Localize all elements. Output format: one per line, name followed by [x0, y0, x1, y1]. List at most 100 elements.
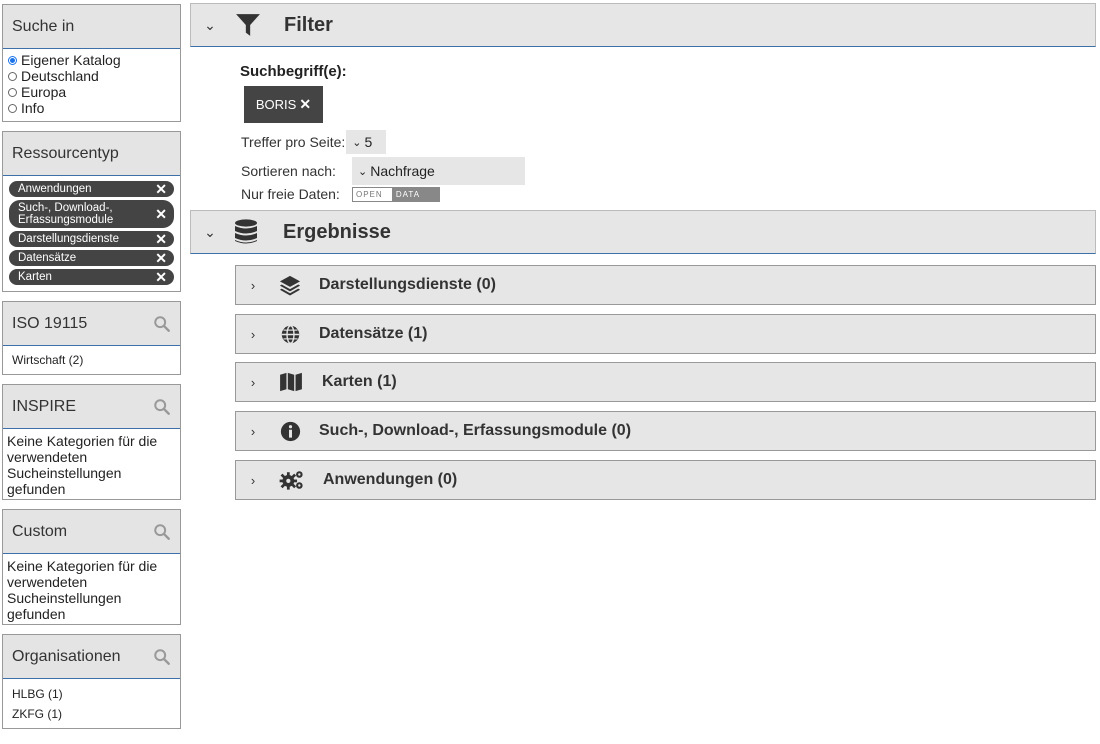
panel-header[interactable]: Custom [3, 510, 180, 554]
globe-icon [279, 323, 301, 345]
per-page-label: Treffer pro Seite: [241, 134, 346, 150]
radio-button[interactable] [8, 103, 17, 113]
tag-list: Anwendungen ✕ Such-, Download-, Erfassung… [3, 176, 180, 291]
organisation-link[interactable]: HLBG (1) [12, 685, 171, 707]
results-header[interactable]: ⌄ Ergebnisse [190, 210, 1096, 254]
panel-header[interactable]: INSPIRE [3, 385, 180, 429]
custom-panel: Custom Keine Kategorien für die verwende… [2, 509, 181, 625]
remove-icon[interactable]: ✕ [155, 251, 167, 265]
chevron-right-icon[interactable]: › [245, 327, 261, 342]
sort-value: Nachfrage [370, 163, 435, 179]
radio-button[interactable] [8, 71, 17, 81]
tag-label: Anwendungen [18, 183, 92, 195]
chevron-right-icon[interactable]: › [245, 473, 261, 488]
panel-title: Suche in [12, 17, 75, 35]
sort-label: Sortieren nach: [241, 163, 336, 179]
chevron-right-icon[interactable]: › [245, 375, 261, 390]
per-page-row: Treffer pro Seite: ⌄ 5 [241, 130, 387, 154]
filter-tag[interactable]: Karten ✕ [9, 269, 174, 285]
main-content: ⌄ Filter Suchbegriff(e): BORIS ✕ Treffer… [190, 3, 1096, 500]
panel-title: ISO 19115 [12, 314, 88, 332]
search-icon[interactable] [153, 398, 171, 416]
radio-option[interactable]: Deutschland [7, 68, 176, 84]
chevron-right-icon[interactable]: › [245, 278, 261, 293]
search-term-label: BORIS [255, 97, 297, 112]
tag-label: Datensätze [18, 252, 77, 264]
free-data-label: Nur freie Daten: [241, 186, 340, 202]
search-term-tag[interactable]: BORIS ✕ [244, 86, 323, 123]
filter-tag[interactable]: Datensätze ✕ [9, 250, 174, 266]
inspire-panel: INSPIRE Keine Kategorien für die verwend… [2, 384, 181, 500]
gears-icon [279, 469, 305, 491]
iso-panel: ISO 19115 Wirtschaft (2) [2, 301, 181, 375]
empty-message: Keine Kategorien für die verwendeten Suc… [7, 558, 158, 622]
suche-in-panel: Suche in Eigener Katalog Deutschland Eur… [2, 4, 181, 122]
tag-label: Karten [18, 271, 52, 283]
chevron-down-icon[interactable]: ⌄ [202, 224, 218, 241]
result-category-label: Datensätze (1) [319, 325, 428, 342]
filter-tag[interactable]: Such-, Download-, Erfassungsmodule ✕ [9, 200, 174, 228]
organisation-link[interactable]: ZKFG (1) [12, 707, 171, 723]
panel-header[interactable]: Ressourcentyp [3, 132, 180, 176]
filter-tag[interactable]: Darstellungsdienste ✕ [9, 231, 174, 247]
chevron-down-icon: ⌄ [358, 165, 368, 178]
database-icon [235, 219, 257, 244]
result-category-row[interactable]: › Datensätze (1) [235, 314, 1096, 354]
search-icon[interactable] [153, 523, 171, 541]
category-link[interactable]: Wirtschaft (2) [3, 346, 180, 374]
sidebar: Suche in Eigener Katalog Deutschland Eur… [2, 4, 181, 738]
result-category-label: Karten (1) [322, 373, 397, 390]
filter-tag[interactable]: Anwendungen ✕ [9, 181, 174, 197]
chevron-down-icon: ⌄ [352, 136, 362, 149]
open-data-toggle[interactable]: OPEN DATA [352, 186, 440, 202]
search-icon[interactable] [153, 315, 171, 333]
result-category-row[interactable]: › Karten (1) [235, 362, 1096, 402]
panel-title: Organisationen [12, 647, 121, 665]
panel-header[interactable]: ISO 19115 [3, 302, 180, 346]
remove-icon[interactable]: ✕ [155, 232, 167, 246]
result-category-row[interactable]: › Such-, Download-, Erfassungsmodule (0) [235, 411, 1096, 451]
remove-icon[interactable]: ✕ [155, 207, 167, 221]
radio-label: Deutschland [21, 68, 99, 84]
radio-label: Europa [21, 84, 67, 100]
sort-select[interactable]: ⌄ Nachfrage [352, 157, 525, 185]
chevron-right-icon[interactable]: › [245, 424, 261, 439]
radio-option[interactable]: Eigener Katalog [7, 52, 176, 68]
radio-button[interactable] [8, 87, 17, 97]
sort-row: Sortieren nach: ⌄ Nachfrage [241, 157, 525, 185]
search-icon[interactable] [153, 648, 171, 666]
map-icon [279, 371, 303, 393]
panel-header[interactable]: Suche in [3, 5, 180, 49]
empty-message: Keine Kategorien für die verwendeten Suc… [7, 433, 158, 497]
remove-icon[interactable]: ✕ [299, 96, 311, 113]
organisationen-panel: Organisationen HLBG (1) ZKFG (1) [2, 634, 181, 729]
data-text: DATA [391, 187, 439, 201]
info-icon [279, 420, 301, 442]
panel-header[interactable]: Organisationen [3, 635, 180, 679]
panel-title: Ressourcentyp [12, 144, 119, 162]
panel-title: INSPIRE [12, 397, 77, 415]
result-category-label: Anwendungen (0) [323, 471, 458, 488]
result-category-label: Darstellungsdienste (0) [319, 276, 496, 293]
search-terms-label: Suchbegriff(e): [240, 63, 347, 80]
remove-icon[interactable]: ✕ [155, 182, 167, 196]
result-category-label: Such-, Download-, Erfassungsmodule (0) [319, 422, 632, 439]
filter-body: Suchbegriff(e): BORIS ✕ Treffer pro Seit… [190, 3, 1096, 202]
radio-label: Eigener Katalog [21, 52, 121, 68]
tag-label: Darstellungsdienste [18, 233, 120, 245]
result-category-row[interactable]: › Anwendungen (0) [235, 460, 1096, 500]
per-page-value: 5 [364, 134, 373, 150]
free-data-row: Nur freie Daten: OPEN DATA [241, 186, 440, 202]
tag-label: Such-, Download-, Erfassungsmodule [18, 202, 114, 226]
ressourcentyp-panel: Ressourcentyp Anwendungen ✕ Such-, Downlo… [2, 131, 181, 292]
radio-option[interactable]: Info [7, 100, 176, 116]
panel-title: Custom [12, 522, 68, 540]
layers-icon [279, 274, 301, 296]
per-page-select[interactable]: ⌄ 5 [346, 130, 387, 154]
radio-label: Info [21, 100, 45, 116]
radio-option[interactable]: Europa [7, 84, 176, 100]
radio-button[interactable] [8, 55, 17, 65]
result-category-row[interactable]: › Darstellungsdienste (0) [235, 265, 1096, 305]
remove-icon[interactable]: ✕ [155, 270, 167, 284]
results-title: Ergebnisse [283, 220, 391, 243]
